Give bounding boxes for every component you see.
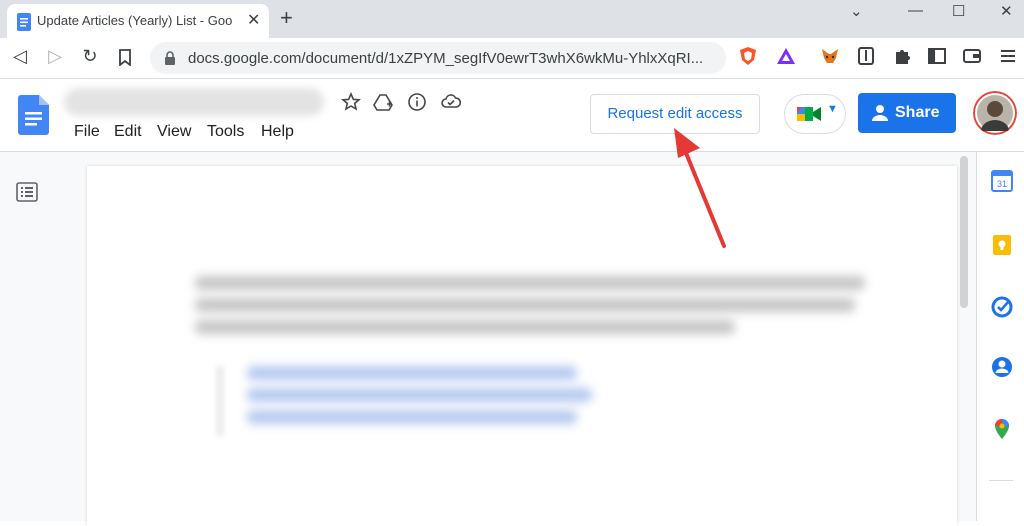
details-icon[interactable] <box>407 92 427 112</box>
redacted-bullet <box>217 366 223 436</box>
side-panel-divider <box>989 480 1013 481</box>
redacted-text-line <box>195 320 735 334</box>
extensions-puzzle-icon[interactable] <box>892 46 912 66</box>
keep-icon[interactable] <box>991 234 1013 256</box>
annotation-arrow <box>674 128 726 248</box>
menu-help[interactable]: Help <box>261 123 294 141</box>
calendar-day: 31 <box>997 179 1007 189</box>
menu-icon[interactable] <box>998 46 1018 66</box>
redacted-link <box>247 410 577 424</box>
redacted-link <box>247 388 592 402</box>
document-title[interactable] <box>64 88 324 116</box>
star-icon[interactable] <box>341 92 361 112</box>
tab-strip: Update Articles (Yearly) List - Goo ✕ + … <box>0 0 1024 38</box>
bitwarden-icon[interactable] <box>856 46 876 66</box>
share-button[interactable]: Share <box>858 93 956 133</box>
browser-toolbar: ◁ ▷ ↻ docs.google.com/document/d/1xZPYM_… <box>0 38 1024 79</box>
minimize-button[interactable]: — <box>908 2 923 19</box>
back-button[interactable]: ◁ <box>8 46 32 67</box>
forward-button[interactable]: ▷ <box>43 46 67 67</box>
brave-shield-icon[interactable] <box>738 46 758 66</box>
chevron-down-icon: ▼ <box>827 103 838 115</box>
move-to-drive-icon[interactable] <box>373 92 393 112</box>
reload-button[interactable]: ↻ <box>78 46 102 67</box>
redacted-text-line <box>195 276 865 290</box>
url-text: docs.google.com/document/d/1xZPYM_segIfV… <box>188 50 704 67</box>
bookmark-icon[interactable] <box>118 49 132 66</box>
address-bar[interactable]: docs.google.com/document/d/1xZPYM_segIfV… <box>150 42 726 74</box>
menu-view[interactable]: View <box>157 123 191 141</box>
maximize-button[interactable]: ☐ <box>952 2 965 20</box>
side-panel: 31 <box>976 152 1024 521</box>
docs-favicon-icon <box>17 13 31 31</box>
brave-rewards-icon[interactable] <box>776 46 796 66</box>
document-page[interactable] <box>87 166 957 526</box>
redacted-link <box>247 366 577 380</box>
tab-title: Update Articles (Yearly) List - Goo <box>37 13 233 28</box>
docs-logo-icon[interactable] <box>18 95 50 135</box>
share-label: Share <box>895 104 940 121</box>
metamask-icon[interactable] <box>820 46 840 66</box>
sidebar-icon[interactable] <box>927 46 947 66</box>
browser-tab[interactable]: Update Articles (Yearly) List - Goo ✕ <box>7 4 269 38</box>
docs-header: File Edit View Tools Help Request edit a… <box>0 79 1024 152</box>
meet-button[interactable]: ▼ <box>784 94 846 134</box>
avatar[interactable] <box>973 91 1017 135</box>
maps-icon[interactable] <box>991 418 1013 440</box>
contacts-icon[interactable] <box>991 356 1013 378</box>
meet-icon <box>797 107 821 121</box>
menu-file[interactable]: File <box>74 123 100 141</box>
calendar-icon[interactable]: 31 <box>991 170 1013 192</box>
menu-edit[interactable]: Edit <box>114 123 142 141</box>
new-tab-button[interactable]: + <box>280 5 293 31</box>
share-person-icon <box>872 105 888 121</box>
document-outline-icon[interactable] <box>16 182 38 202</box>
cloud-status-icon[interactable] <box>441 92 461 112</box>
close-window-button[interactable]: ✕ <box>1000 2 1013 20</box>
lock-icon[interactable] <box>164 51 176 65</box>
vertical-scrollbar[interactable] <box>960 156 968 308</box>
redacted-text-line <box>195 298 855 312</box>
wallet-icon[interactable] <box>962 46 982 66</box>
tasks-icon[interactable] <box>991 296 1013 318</box>
tab-close-icon[interactable]: ✕ <box>247 10 260 30</box>
tab-search-icon[interactable]: ⌄ <box>850 2 863 20</box>
menu-tools[interactable]: Tools <box>207 123 244 141</box>
